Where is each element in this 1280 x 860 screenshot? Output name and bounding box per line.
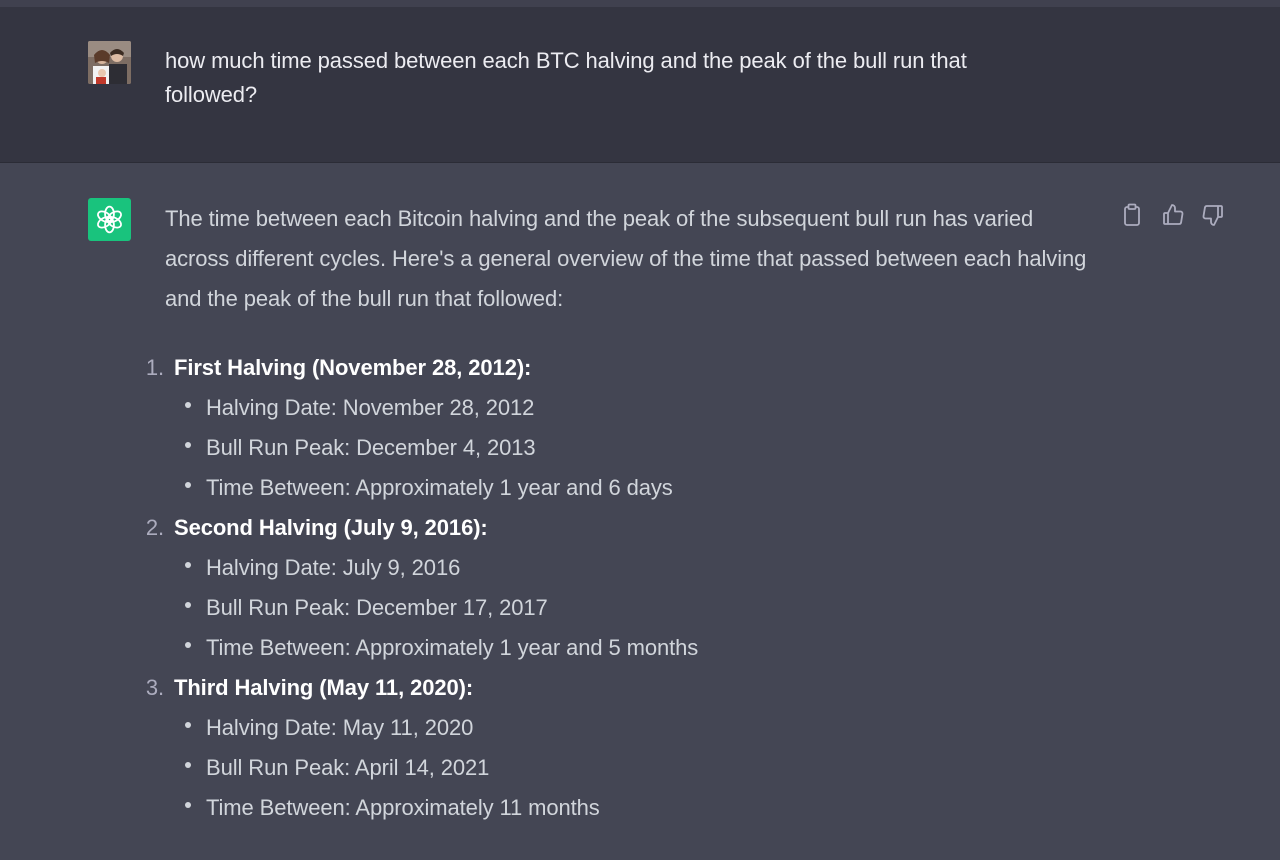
bullet-item: Time Between: Approximately 11 months — [0, 788, 1280, 828]
clipboard-icon — [1124, 203, 1140, 226]
thumbs-down-icon — [1202, 205, 1223, 226]
bullet-text: Halving Date: November 28, 2012 — [206, 395, 535, 420]
bullet-item: Halving Date: May 11, 2020 — [0, 708, 1280, 748]
bullet-dot — [185, 802, 191, 808]
bullet-dot — [185, 442, 191, 448]
copy-button[interactable] — [1118, 201, 1146, 229]
bullet-dot — [185, 482, 191, 488]
openai-logo-icon — [88, 198, 131, 241]
bullet-text: Bull Run Peak: December 17, 2017 — [206, 595, 548, 620]
chat-page: how much time passed between each BTC ha… — [0, 0, 1280, 860]
bullet-dot — [185, 762, 191, 768]
bullet-dot — [185, 642, 191, 648]
assistant-message-row: The time between each Bitcoin halving an… — [0, 163, 1280, 860]
list-item: 2. Second Halving (July 9, 2016): Halvin… — [0, 508, 1280, 668]
list-number: 1. — [145, 355, 164, 380]
list-item-title: Third Halving (May 11, 2020): — [174, 675, 474, 700]
list-number: 3. — [145, 675, 164, 700]
bullet-text: Time Between: Approximately 11 months — [206, 795, 600, 820]
bullet-dot — [185, 722, 191, 728]
thumbs-up-icon — [1163, 204, 1184, 225]
assistant-intro-text: The time between each Bitcoin halving an… — [165, 206, 1087, 311]
thumbs-down-button[interactable] — [1198, 201, 1226, 229]
list-number: 2. — [145, 515, 164, 540]
bullet-item: Bull Run Peak: December 17, 2017 — [0, 588, 1280, 628]
bullet-item: Time Between: Approximately 1 year and 6… — [0, 468, 1280, 508]
list-item: 3. Third Halving (May 11, 2020): Halving… — [0, 668, 1280, 828]
bullet-text: Halving Date: July 9, 2016 — [206, 555, 461, 580]
thumbs-up-button[interactable] — [1158, 201, 1186, 229]
bullet-text: Bull Run Peak: December 4, 2013 — [206, 435, 536, 460]
halving-list: 1. First Halving (November 28, 2012): Ha… — [0, 348, 1280, 828]
bullet-text: Halving Date: May 11, 2020 — [206, 715, 474, 740]
user-message-row: how much time passed between each BTC ha… — [0, 7, 1280, 163]
bullet-text: Time Between: Approximately 1 year and 6… — [206, 475, 673, 500]
bullet-text: Bull Run Peak: April 14, 2021 — [206, 755, 490, 780]
bullet-dot — [185, 562, 191, 568]
bullet-item: Bull Run Peak: December 4, 2013 — [0, 428, 1280, 468]
bullet-dot — [185, 602, 191, 608]
bullet-text: Time Between: Approximately 1 year and 5… — [206, 635, 699, 660]
list-item-title: Second Halving (July 9, 2016): — [174, 515, 488, 540]
bullet-item: Time Between: Approximately 1 year and 5… — [0, 628, 1280, 668]
top-edge — [0, 0, 1280, 7]
user-avatar — [88, 41, 131, 84]
list-item-title: First Halving (November 28, 2012): — [174, 355, 532, 380]
bullet-dot — [185, 402, 191, 408]
user-message-text: how much time passed between each BTC ha… — [165, 48, 967, 107]
bullet-item: Halving Date: July 9, 2016 — [0, 548, 1280, 588]
bullet-item: Halving Date: November 28, 2012 — [0, 388, 1280, 428]
bullet-item: Bull Run Peak: April 14, 2021 — [0, 748, 1280, 788]
list-item: 1. First Halving (November 28, 2012): Ha… — [0, 348, 1280, 508]
